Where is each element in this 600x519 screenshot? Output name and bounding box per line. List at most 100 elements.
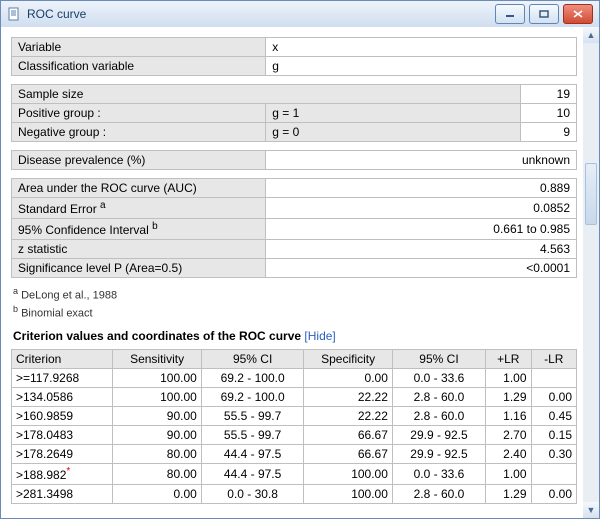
vertical-scrollbar[interactable]: ▲ ▼ [582, 27, 599, 518]
z-label: z statistic [12, 240, 266, 259]
criteria-header: Criterion [12, 350, 113, 369]
data-cell: 44.4 - 97.5 [201, 464, 304, 485]
criterion-cell: >160.9859 [12, 407, 113, 426]
table-row: >=117.9268100.0069.2 - 100.00.000.0 - 33… [12, 369, 577, 388]
scroll-thumb[interactable] [585, 163, 597, 225]
data-cell: 0.00 [304, 369, 392, 388]
data-cell: 0.00 [531, 485, 577, 504]
classvar-value: g [266, 57, 577, 76]
data-cell: 69.2 - 100.0 [201, 369, 304, 388]
auc-label: Area under the ROC curve (AUC) [12, 179, 266, 198]
titlebar[interactable]: ROC curve [1, 1, 599, 28]
data-cell: 66.67 [304, 426, 392, 445]
auc-value: 0.889 [266, 179, 577, 198]
table-row: >188.982*80.0044.4 - 97.5100.000.0 - 33.… [12, 464, 577, 485]
data-cell: 55.5 - 99.7 [201, 407, 304, 426]
data-cell: 90.00 [113, 407, 201, 426]
criterion-cell: >178.2649 [12, 445, 113, 464]
p-value: <0.0001 [266, 259, 577, 278]
data-cell: 2.8 - 60.0 [392, 485, 485, 504]
data-cell: 100.00 [304, 485, 392, 504]
document-icon [7, 7, 21, 21]
table-row: >134.0586100.0069.2 - 100.022.222.8 - 60… [12, 388, 577, 407]
data-cell: 66.67 [304, 445, 392, 464]
data-cell: 1.00 [486, 369, 531, 388]
variable-value: x [266, 38, 577, 57]
prevalence-table: Disease prevalence (%) unknown [11, 150, 577, 170]
ci-label: 95% Confidence Interval b [12, 219, 266, 240]
prevalence-label: Disease prevalence (%) [12, 151, 266, 170]
data-cell: 0.0 - 30.8 [201, 485, 304, 504]
sample-size-label: Sample size [12, 85, 521, 104]
footnote-b: b Binomial exact [13, 304, 577, 320]
data-cell: 22.22 [304, 407, 392, 426]
data-cell: 2.8 - 60.0 [392, 407, 485, 426]
data-cell: 2.70 [486, 426, 531, 445]
criterion-cell: >178.0483 [12, 426, 113, 445]
p-label: Significance level P (Area=0.5) [12, 259, 266, 278]
criteria-header: Specificity [304, 350, 392, 369]
neg-group-value: 9 [520, 123, 577, 142]
minimize-button[interactable] [495, 4, 525, 24]
variable-label: Variable [12, 38, 266, 57]
classvar-label: Classification variable [12, 57, 266, 76]
criteria-header: 95% CI [392, 350, 485, 369]
sample-size-value: 19 [520, 85, 577, 104]
data-cell: 55.5 - 99.7 [201, 426, 304, 445]
data-cell: 100.00 [113, 388, 201, 407]
maximize-button[interactable] [529, 4, 559, 24]
criteria-header: +LR [486, 350, 531, 369]
se-value: 0.0852 [266, 198, 577, 219]
hide-link[interactable]: [Hide] [304, 329, 335, 343]
data-cell: 0.00 [531, 388, 577, 407]
roc-stats-table: Area under the ROC curve (AUC) 0.889 Sta… [11, 178, 577, 278]
data-cell: 2.40 [486, 445, 531, 464]
data-cell: 1.29 [486, 388, 531, 407]
table-row: >281.34980.000.0 - 30.8100.002.8 - 60.01… [12, 485, 577, 504]
criteria-section-title: Criterion values and coordinates of the … [13, 329, 577, 343]
criterion-cell: >188.982* [12, 464, 113, 485]
data-cell: 90.00 [113, 426, 201, 445]
scroll-track[interactable] [583, 43, 599, 502]
prevalence-value: unknown [266, 151, 577, 170]
data-cell: 0.15 [531, 426, 577, 445]
criteria-header: Sensitivity [113, 350, 201, 369]
variables-table: Variable x Classification variable g [11, 37, 577, 76]
window-title: ROC curve [27, 7, 491, 21]
data-cell: 69.2 - 100.0 [201, 388, 304, 407]
data-cell: 44.4 - 97.5 [201, 445, 304, 464]
data-cell: 80.00 [113, 445, 201, 464]
table-row: >178.264980.0044.4 - 97.566.6729.9 - 92.… [12, 445, 577, 464]
scroll-up-icon[interactable]: ▲ [583, 27, 599, 43]
data-cell: 2.8 - 60.0 [392, 388, 485, 407]
data-cell: 29.9 - 92.5 [392, 445, 485, 464]
data-cell [531, 369, 577, 388]
data-cell: 100.00 [113, 369, 201, 388]
app-window: ROC curve ▲ ▼ Variable x Classification … [0, 0, 600, 519]
data-cell: 0.0 - 33.6 [392, 369, 485, 388]
neg-group-cond: g = 0 [266, 123, 520, 142]
data-cell: 29.9 - 92.5 [392, 426, 485, 445]
data-cell: 0.0 - 33.6 [392, 464, 485, 485]
criteria-table: CriterionSensitivity95% CISpecificity95%… [11, 349, 577, 504]
data-cell: 0.00 [113, 485, 201, 504]
criteria-header: 95% CI [201, 350, 304, 369]
pos-group-label: Positive group : [12, 104, 266, 123]
data-cell: 80.00 [113, 464, 201, 485]
data-cell: 100.00 [304, 464, 392, 485]
client-area: Variable x Classification variable g Sam… [1, 27, 583, 518]
z-value: 4.563 [266, 240, 577, 259]
close-button[interactable] [563, 4, 593, 24]
data-cell: 22.22 [304, 388, 392, 407]
data-cell: 1.00 [486, 464, 531, 485]
criteria-header: -LR [531, 350, 577, 369]
sample-table: Sample size 19 Positive group : g = 1 10… [11, 84, 577, 142]
table-row: >178.048390.0055.5 - 99.766.6729.9 - 92.… [12, 426, 577, 445]
data-cell [531, 464, 577, 485]
scroll-down-icon[interactable]: ▼ [583, 502, 599, 518]
ci-value: 0.661 to 0.985 [266, 219, 577, 240]
criterion-cell: >=117.9268 [12, 369, 113, 388]
data-cell: 0.30 [531, 445, 577, 464]
neg-group-label: Negative group : [12, 123, 266, 142]
table-row: >160.985990.0055.5 - 99.722.222.8 - 60.0… [12, 407, 577, 426]
